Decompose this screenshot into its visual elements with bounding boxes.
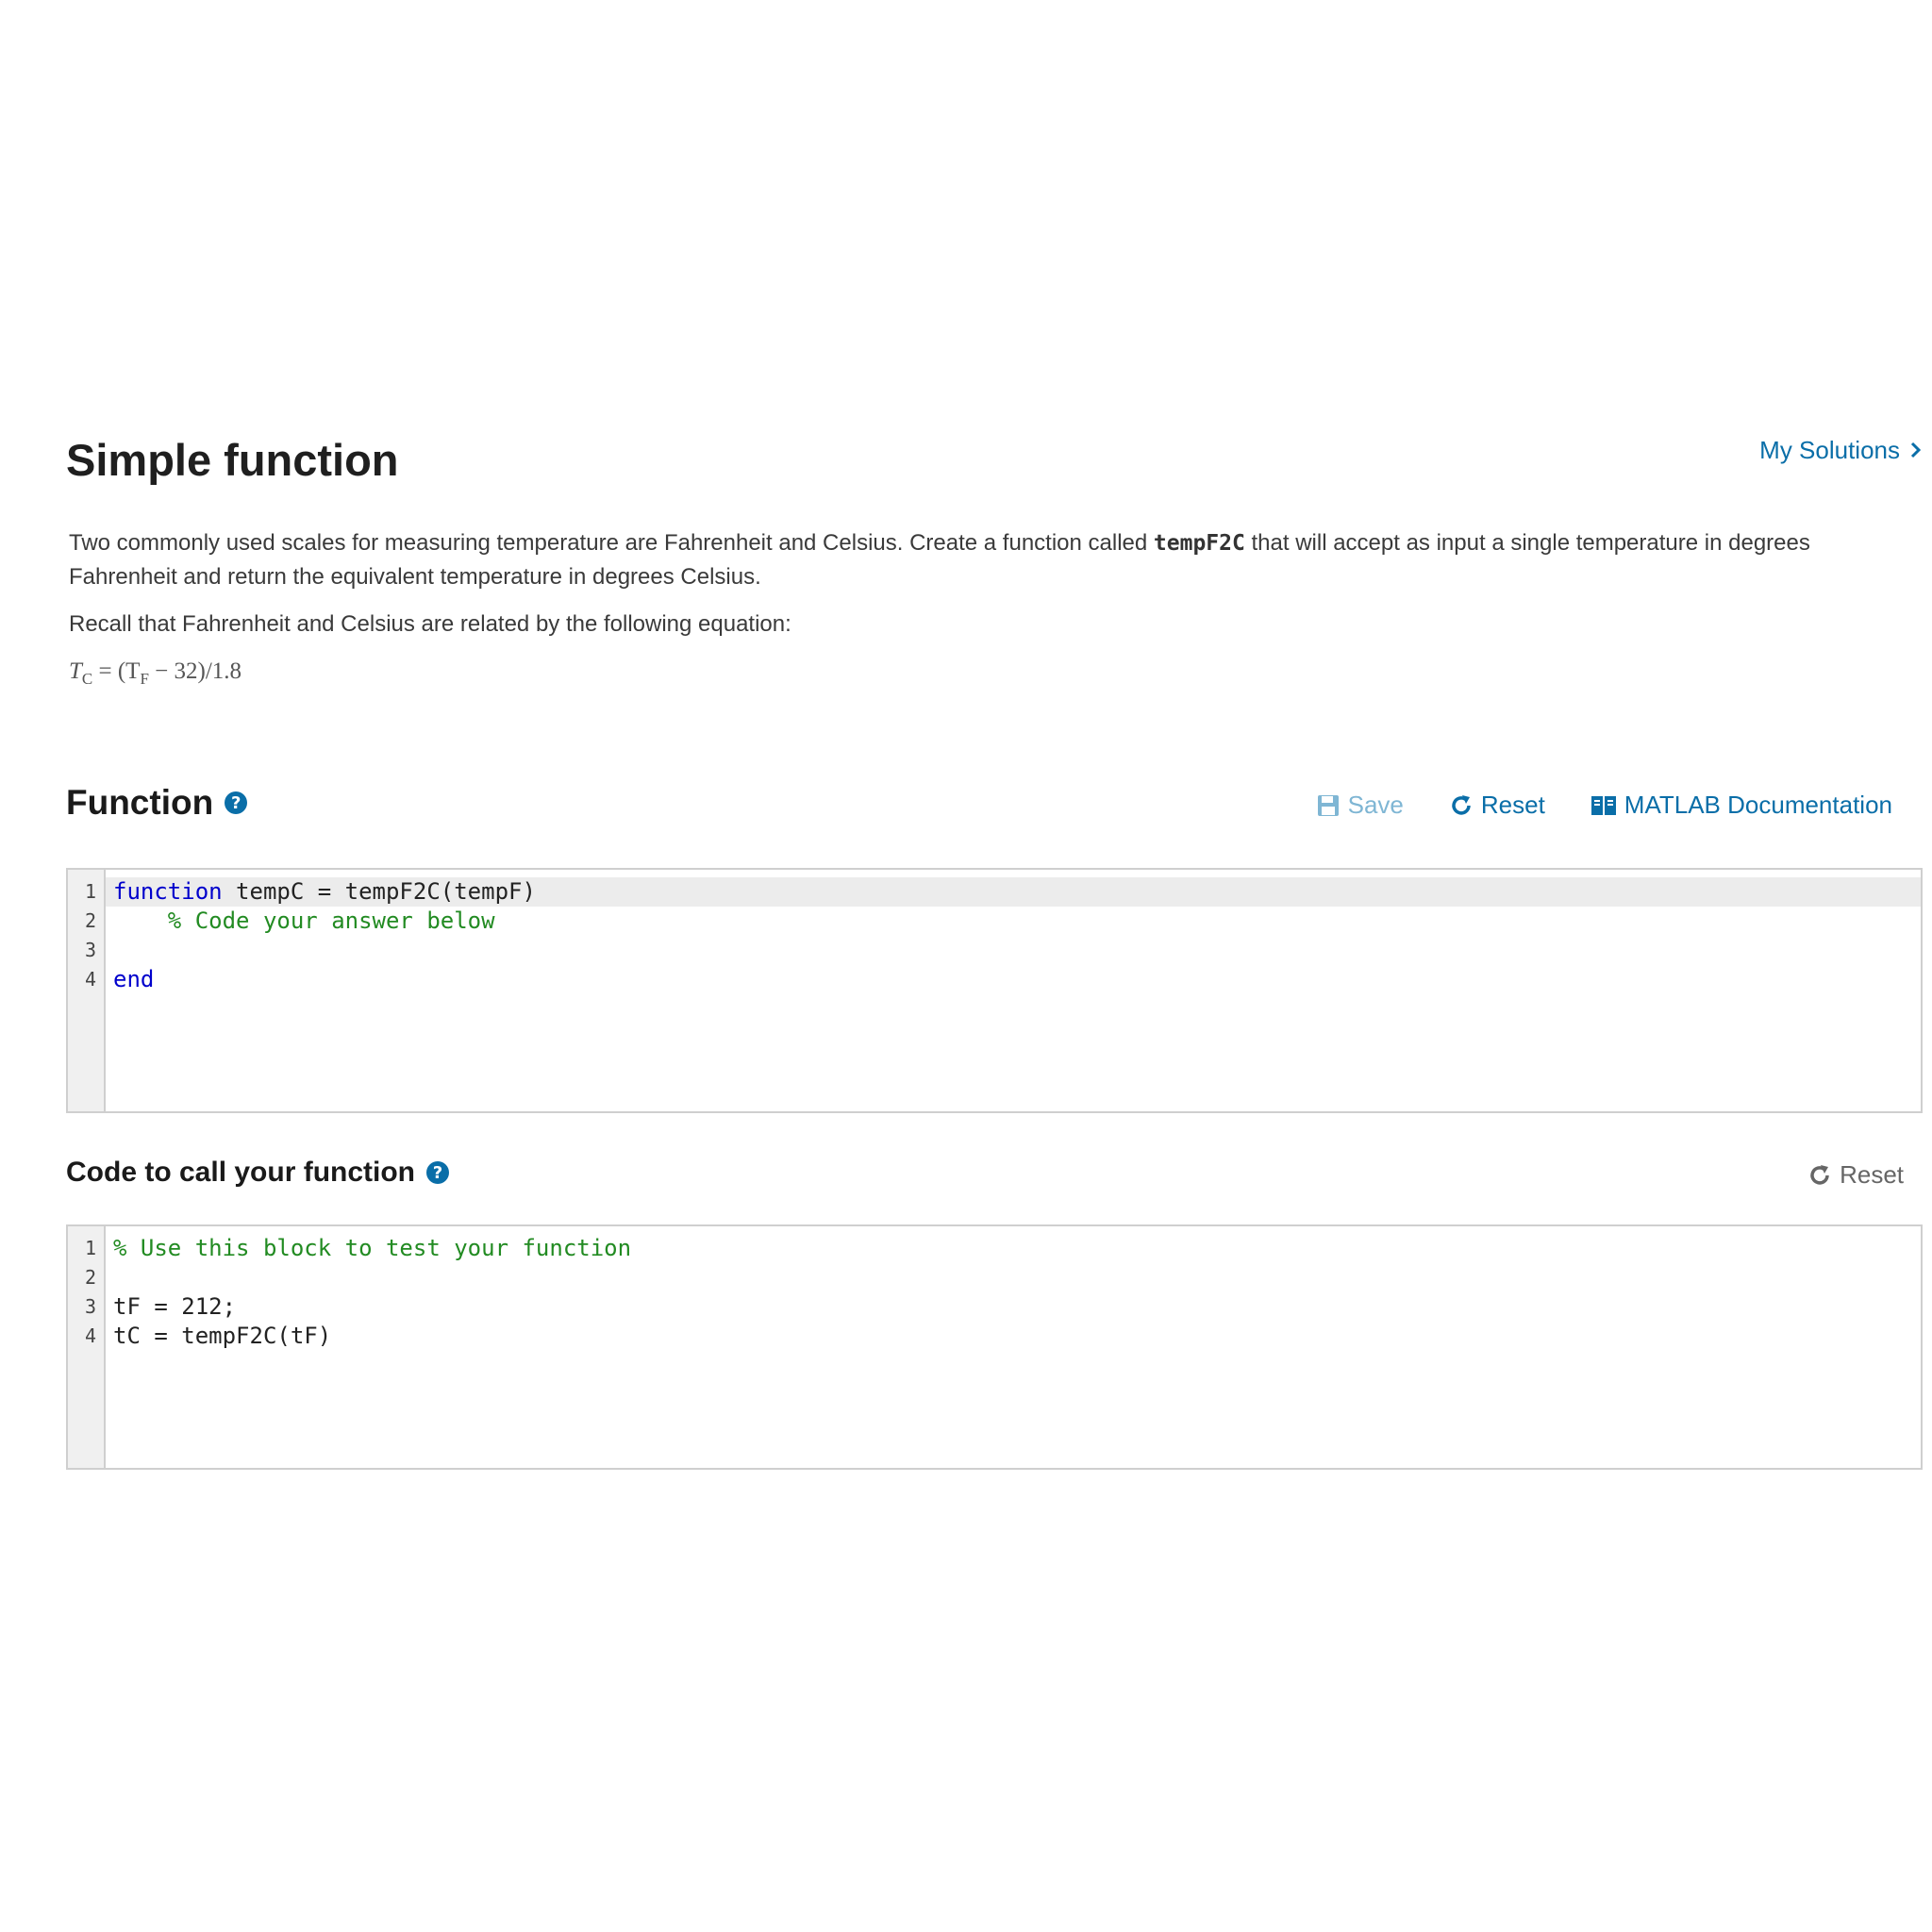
line-number: 1 (84, 880, 96, 903)
help-icon[interactable]: ? (225, 791, 248, 814)
help-icon[interactable]: ? (426, 1161, 450, 1184)
book-icon (1591, 793, 1617, 818)
line-number: 4 (84, 1324, 96, 1347)
save-icon (1316, 793, 1341, 818)
reset-button[interactable]: Reset (1449, 791, 1545, 820)
line-number: 2 (84, 1266, 96, 1289)
title-row: Simple function My Solutions (66, 415, 1923, 509)
code-line[interactable]: function tempC = tempF2C(tempF) (106, 877, 1921, 907)
reset-icon (1449, 793, 1474, 818)
line-number: 3 (84, 939, 96, 961)
reset-label: Reset (1480, 791, 1545, 819)
line-number: 1 (84, 1237, 96, 1259)
line-number: 3 (84, 1295, 96, 1318)
reset-icon (1807, 1163, 1832, 1188)
code-line[interactable]: end (106, 965, 1921, 994)
function-section-header: Function ? Save Reset MATLAB Documentati… (66, 783, 1923, 840)
code-area[interactable]: % Use this block to test your function t… (106, 1226, 1921, 1468)
page-title: Simple function (66, 435, 399, 485)
code-line[interactable] (106, 1263, 1921, 1292)
function-code-editor[interactable]: 1 2 3 4 function tempC = tempF2C(tempF) … (66, 868, 1923, 1113)
chevron-right-icon (1909, 439, 1923, 463)
docs-label: MATLAB Documentation (1624, 791, 1892, 819)
line-number-gutter: 1 2 3 4 (68, 870, 106, 1111)
problem-page: Simple function My Solutions Two commonl… (66, 415, 1923, 1470)
save-label: Save (1347, 791, 1404, 819)
reset-button[interactable]: Reset (1807, 1160, 1904, 1190)
function-name-code: tempF2C (1153, 531, 1245, 556)
code-line[interactable]: tC = tempF2C(tF) (106, 1322, 1921, 1351)
problem-description: Two commonly used scales for measuring t… (66, 526, 1923, 696)
code-line[interactable]: tF = 212; (106, 1292, 1921, 1322)
function-toolbar: Save Reset MATLAB Documentation (1316, 791, 1892, 820)
call-section-title: Code to call your function ? (66, 1157, 450, 1189)
save-button[interactable]: Save (1316, 791, 1404, 820)
my-solutions-link[interactable]: My Solutions (1759, 436, 1923, 465)
my-solutions-label: My Solutions (1759, 436, 1900, 464)
code-line[interactable] (106, 936, 1921, 965)
function-section-title: Function ? (66, 783, 248, 823)
code-line[interactable]: % Code your answer below (106, 907, 1921, 936)
line-number: 4 (84, 968, 96, 991)
code-line[interactable]: % Use this block to test your function (106, 1234, 1921, 1263)
description-paragraph-2: Recall that Fahrenheit and Celsius are r… (69, 611, 791, 637)
code-area[interactable]: function tempC = tempF2C(tempF) % Code y… (106, 870, 1921, 1111)
line-number: 2 (84, 909, 96, 932)
matlab-documentation-link[interactable]: MATLAB Documentation (1591, 791, 1892, 820)
call-section-header: Code to call your function ? Reset (66, 1157, 1923, 1213)
call-code-editor[interactable]: 1 2 3 4 % Use this block to test your fu… (66, 1224, 1923, 1470)
call-toolbar: Reset (1807, 1160, 1904, 1190)
line-number-gutter: 1 2 3 4 (68, 1226, 106, 1468)
conversion-equation: TC = (TF − 32)/1.8 (69, 658, 242, 688)
reset-label: Reset (1840, 1160, 1904, 1189)
description-paragraph-1: Two commonly used scales for measuring t… (69, 530, 1810, 590)
